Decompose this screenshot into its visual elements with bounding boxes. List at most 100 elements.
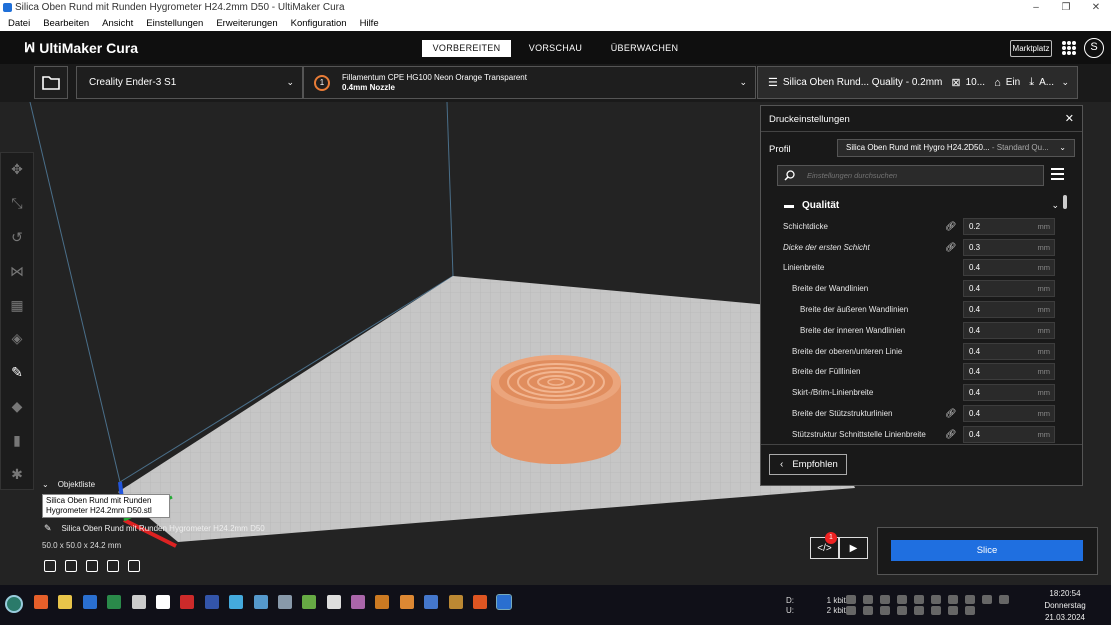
setting-value-field[interactable]: 0.4 mm (963, 384, 1055, 402)
app-icon[interactable] (204, 595, 219, 609)
code-view-button[interactable]: </> 1 (810, 532, 839, 559)
setting-value-field[interactable]: 0.4 mm (963, 363, 1055, 381)
print-settings-selector[interactable]: ☰ Silica Oben Rund... Quality - 0.2mm ⊠ … (757, 66, 1078, 99)
tray-icon[interactable] (982, 595, 992, 604)
model-silica-container[interactable] (491, 355, 621, 464)
app-icon[interactable] (277, 595, 292, 609)
app-icon[interactable] (448, 595, 463, 609)
excel-icon[interactable] (107, 595, 122, 609)
material-selector[interactable]: 1 Fillamentum CPE HG100 Neon Orange Tran… (303, 66, 756, 99)
rotate-tool-icon[interactable]: ↺ (1, 221, 33, 255)
close-icon[interactable]: ✕ (1065, 112, 1074, 125)
tray-icon[interactable] (897, 595, 907, 604)
open-file-button[interactable] (34, 66, 68, 99)
view-3d-icon[interactable] (44, 560, 56, 572)
app-icon[interactable] (375, 595, 390, 609)
marketplace-button[interactable]: Marktplatz (1010, 40, 1052, 57)
menu-bearbeiten[interactable]: Bearbeiten (43, 18, 89, 29)
view-top-icon[interactable] (86, 560, 98, 572)
app-icon[interactable] (326, 595, 341, 609)
app-icon[interactable] (131, 595, 146, 609)
app-icon[interactable] (351, 595, 366, 609)
profile-dropdown[interactable]: Silica Oben Rund mit Hygro H24.2D50... -… (837, 139, 1075, 157)
printer-selector[interactable]: Creality Ender-3 S1 ⌄ (76, 66, 303, 99)
file-explorer-icon[interactable] (58, 595, 73, 609)
menu-erweiterungen[interactable]: Erweiterungen (216, 18, 277, 29)
tray-icon[interactable] (914, 606, 924, 615)
tab-vorschau[interactable]: VORSCHAU (511, 40, 600, 57)
app-icon[interactable] (155, 595, 170, 609)
view-front-icon[interactable] (65, 560, 77, 572)
tab-ueberwachen[interactable]: ÜBERWACHEN (600, 40, 689, 57)
maximize-button[interactable]: ❐ (1051, 2, 1081, 13)
tray-icon[interactable] (965, 595, 975, 604)
app-icon[interactable] (399, 595, 414, 609)
menu-datei[interactable]: Datei (8, 18, 30, 29)
link-icon[interactable]: 🔗︎ (945, 242, 956, 253)
mirror-tool-icon[interactable]: ⋈ (1, 254, 33, 288)
firefox-icon[interactable] (34, 595, 48, 609)
app-icon[interactable] (302, 595, 317, 609)
app-icon[interactable] (424, 595, 439, 609)
setting-value-field[interactable]: 0.3 mm (963, 238, 1055, 256)
menu-einstellungen[interactable]: Einstellungen (146, 18, 203, 29)
link-icon[interactable]: 🔗︎ (945, 221, 956, 232)
view-right-icon[interactable] (128, 560, 140, 572)
tray-icon[interactable] (846, 606, 856, 615)
tray-icon[interactable] (846, 595, 856, 604)
settings-visibility-menu-icon[interactable] (1051, 168, 1064, 183)
tray-icon[interactable] (965, 606, 975, 615)
app-icon[interactable] (180, 595, 195, 609)
category-quality[interactable]: ▬ Qualität ⌄ (769, 196, 1059, 214)
object-list-header[interactable]: ⌄ Objektliste (42, 480, 280, 489)
outlook-icon[interactable] (82, 595, 97, 609)
apps-grid-icon[interactable] (1062, 41, 1076, 55)
move-tool-icon[interactable]: ✥ (1, 153, 33, 187)
menu-hilfe[interactable]: Hilfe (360, 18, 379, 29)
settings-scrollbar[interactable] (1063, 195, 1067, 209)
setting-value-field[interactable]: 0.4 mm (963, 405, 1055, 423)
tray-icon[interactable] (863, 606, 873, 615)
app-icon[interactable] (229, 595, 244, 609)
support-blocker-icon[interactable]: ◈ (1, 322, 33, 356)
setting-value-field[interactable]: 0.4 mm (963, 342, 1055, 360)
tray-icon[interactable] (880, 606, 890, 615)
link-icon[interactable]: 🔗︎ (945, 408, 956, 419)
avatar[interactable]: S (1084, 38, 1104, 58)
cura-taskbar-icon[interactable] (496, 594, 513, 610)
setting-value-field[interactable]: 0.4 mm (963, 259, 1055, 277)
menu-ansicht[interactable]: Ansicht (102, 18, 133, 29)
recommended-button[interactable]: ‹ Empfohlen (769, 454, 847, 475)
tray-icon[interactable] (999, 595, 1009, 604)
tray-icon[interactable] (931, 606, 941, 615)
menu-konfiguration[interactable]: Konfiguration (291, 18, 347, 29)
link-icon[interactable]: 🔗︎ (945, 429, 956, 440)
cylinder-tool-icon[interactable]: ▮ (1, 423, 33, 457)
tray-icon[interactable] (914, 595, 924, 604)
paint-tool-icon[interactable]: ◆ (1, 390, 33, 424)
tray-icon[interactable] (880, 595, 890, 604)
system-clock[interactable]: 18:20:54 Donnerstag 21.03.2024 (1030, 588, 1100, 624)
tray-icon[interactable] (948, 606, 958, 615)
tray-icon[interactable] (897, 606, 907, 615)
setting-value-field[interactable]: 0.4 mm (963, 321, 1055, 339)
start-icon[interactable] (5, 595, 23, 613)
close-window-button[interactable]: ✕ (1081, 2, 1111, 13)
app-icon[interactable] (253, 595, 268, 609)
scale-tool-icon[interactable]: ⤡ (1, 187, 33, 221)
minimize-button[interactable]: – (1021, 2, 1051, 13)
slice-button[interactable]: Slice (891, 540, 1083, 561)
tray-icon[interactable] (931, 595, 941, 604)
view-left-icon[interactable] (107, 560, 119, 572)
object-list-item[interactable]: ✎ Silica Oben Rund mit Runden Hygrometer… (44, 523, 265, 534)
app-icon[interactable] (473, 595, 488, 609)
play-button[interactable]: ▶ (839, 537, 868, 559)
tray-icon[interactable] (948, 595, 958, 604)
per-model-settings-icon[interactable]: ▦ (1, 288, 33, 322)
setting-value-field[interactable]: 0.4 mm (963, 301, 1055, 319)
measure-tool-icon[interactable]: ✎ (1, 356, 33, 390)
search-input[interactable] (807, 171, 1027, 180)
setting-value-field[interactable]: 0.2 mm (963, 217, 1055, 235)
setting-value-field[interactable]: 0.4 mm (963, 425, 1055, 443)
settings-search[interactable] (777, 165, 1044, 186)
